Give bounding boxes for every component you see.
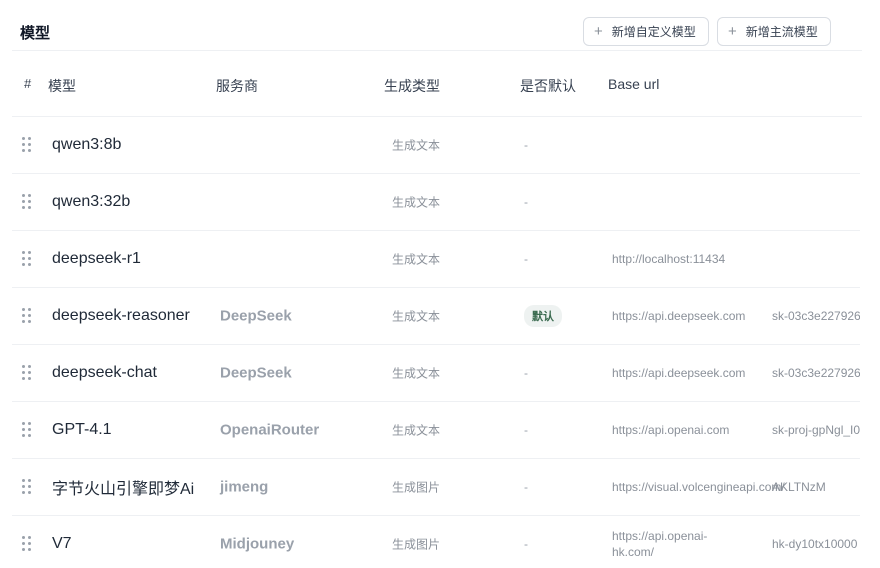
default-badge: 默认 xyxy=(524,305,562,327)
table-row[interactable]: 字节火山引擎即梦Ai jimeng 生成图片 - https://visual.volc… xyxy=(12,459,860,516)
model-name: qwen3:32b xyxy=(52,193,131,210)
default-value: - xyxy=(524,366,528,380)
default-value: - xyxy=(524,252,528,266)
column-header-base-url: Base url xyxy=(608,76,660,92)
column-header-vendor: 服务商 xyxy=(216,78,258,94)
api-key: sk-03c3e2279262 xyxy=(772,366,860,380)
drag-handle-icon[interactable] xyxy=(22,251,32,267)
models-page: 模型 + 新增自定义模型 + 新增主流模型 # 模型 服务商 生成类型 是否默认… xyxy=(0,0,880,568)
generation-type: 生成图片 xyxy=(392,480,441,495)
base-url: http://localhost:11434 xyxy=(612,252,726,266)
column-header-type: 生成类型 xyxy=(384,78,440,94)
base-url: https://visual.volcengineapi.com/ xyxy=(612,480,785,494)
table-row[interactable]: qwen3:8b 生成文本 - xyxy=(12,117,860,174)
generation-type: 生成文本 xyxy=(392,252,441,267)
table-row[interactable]: deepseek-chat DeepSeek 生成文本 - https://api.de… xyxy=(12,345,860,402)
add-main-model-label: 新增主流模型 xyxy=(745,25,818,39)
api-key: hk-dy10tx10000 xyxy=(772,537,858,551)
vendor-name: DeepSeek xyxy=(220,307,292,325)
table-row[interactable]: deepseek-reasoner DeepSeek 生成文本 默认 https://a… xyxy=(12,288,860,345)
column-header-model: 模型 xyxy=(48,78,76,94)
api-key: sk-03c3e2279262 xyxy=(772,309,860,323)
add-custom-model-label: 新增自定义模型 xyxy=(611,25,696,39)
table-row[interactable]: GPT-4.1 OpenaiRouter 生成文本 - https://api.open… xyxy=(12,402,860,459)
generation-type: 生成图片 xyxy=(392,537,441,552)
drag-handle-icon[interactable] xyxy=(22,536,32,552)
generation-type: 生成文本 xyxy=(392,309,441,324)
api-key: AKLTNzM xyxy=(772,480,826,494)
default-value: - xyxy=(524,537,528,551)
column-header-default: 是否默认 xyxy=(520,78,576,94)
default-value: - xyxy=(524,195,528,209)
model-name: 字节火山引擎即梦Ai xyxy=(52,481,195,498)
drag-handle-icon[interactable] xyxy=(22,365,32,381)
table-row[interactable]: deepseek-r1 生成文本 - http://localhost:11434 xyxy=(12,231,860,288)
drag-handle-icon[interactable] xyxy=(22,308,32,324)
page-title: 模型 xyxy=(20,25,51,42)
add-main-model-button[interactable]: + 新增主流模型 xyxy=(717,17,831,46)
plus-icon: + xyxy=(594,23,603,40)
header-divider xyxy=(12,50,862,51)
drag-handle-icon[interactable] xyxy=(22,479,32,495)
table-row[interactable]: V7 Midjouney 生成图片 - https://api.openai-hk.co… xyxy=(12,516,860,568)
drag-handle-icon[interactable] xyxy=(22,137,32,153)
table-row[interactable]: qwen3:32b 生成文本 - xyxy=(12,174,860,231)
table-header: # 模型 服务商 生成类型 是否默认 Base url xyxy=(12,67,880,103)
vendor-name: OpenaiRouter xyxy=(220,421,320,439)
api-key: sk-proj-gpNgl_I0 xyxy=(772,423,860,437)
generation-type: 生成文本 xyxy=(392,366,441,381)
default-value: - xyxy=(524,138,528,152)
vendor-name: jimeng xyxy=(220,478,269,496)
generation-type: 生成文本 xyxy=(392,138,441,153)
base-url: https://api.openai.com xyxy=(612,423,730,437)
vendor-name: DeepSeek xyxy=(220,364,292,382)
model-name: V7 xyxy=(52,535,72,552)
drag-handle-icon[interactable] xyxy=(22,194,32,210)
vendor-name: Midjouney xyxy=(220,535,295,553)
add-custom-model-button[interactable]: + 新增自定义模型 xyxy=(583,17,709,46)
default-value: - xyxy=(524,423,528,437)
base-url: https://api.deepseek.com xyxy=(612,366,746,380)
base-url: https://api.openai-hk.com/ xyxy=(612,529,708,559)
plus-icon: + xyxy=(728,23,737,40)
base-url: https://api.deepseek.com xyxy=(612,309,746,323)
drag-handle-icon[interactable] xyxy=(22,422,32,438)
model-name: GPT-4.1 xyxy=(52,421,112,438)
model-name: deepseek-chat xyxy=(52,364,157,381)
generation-type: 生成文本 xyxy=(392,195,441,210)
model-name: deepseek-r1 xyxy=(52,250,141,267)
model-name: qwen3:8b xyxy=(52,136,122,153)
model-name: deepseek-reasoner xyxy=(52,307,190,324)
default-value: - xyxy=(524,480,528,494)
generation-type: 生成文本 xyxy=(392,423,441,438)
table-body: qwen3:8b 生成文本 - qwen3:32b 生成文本 - deepseek-r1 生成… xyxy=(12,117,860,568)
column-header-index: # xyxy=(24,76,32,91)
